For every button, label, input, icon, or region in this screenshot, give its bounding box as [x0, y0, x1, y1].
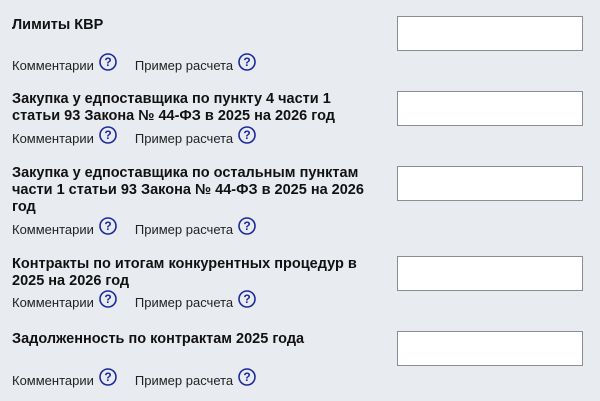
help-icon[interactable]: ?	[238, 126, 256, 144]
limits-kvr-input[interactable]	[397, 16, 583, 51]
svg-text:?: ?	[104, 55, 111, 69]
comments-link[interactable]: Комментарии ?	[12, 126, 117, 147]
field-links: Комментарии ? Пример расчета ?	[12, 217, 256, 239]
help-icon[interactable]: ?	[238, 53, 256, 71]
comments-link[interactable]: Комментарии ?	[12, 217, 117, 238]
single-supplier-other-input[interactable]	[397, 166, 583, 201]
help-icon[interactable]: ?	[99, 126, 117, 144]
field-title: Задолженность по контрактам 2025 года	[12, 331, 305, 347]
example-link[interactable]: Пример расчета ?	[135, 217, 256, 238]
field-links: Комментарии ? Пример расчета ?	[12, 53, 256, 75]
competitive-contracts-input[interactable]	[397, 256, 583, 291]
svg-text:?: ?	[104, 292, 111, 306]
field-title: Контракты по итогам конкурентных процеду…	[12, 256, 357, 289]
svg-text:?: ?	[244, 219, 251, 233]
help-icon[interactable]: ?	[238, 290, 256, 308]
field-title: Закупка у едпоставщика по остальным пунк…	[12, 165, 364, 215]
help-icon[interactable]: ?	[99, 290, 117, 308]
comments-link[interactable]: Комментарии ?	[12, 53, 117, 74]
field-title: Лимиты КВР	[12, 17, 104, 33]
help-icon[interactable]: ?	[99, 217, 117, 235]
svg-text:?: ?	[104, 370, 111, 384]
svg-text:?: ?	[244, 370, 251, 384]
help-icon[interactable]: ?	[99, 368, 117, 386]
example-link[interactable]: Пример расчета ?	[135, 368, 256, 389]
single-supplier-p4-input[interactable]	[397, 91, 583, 126]
svg-text:?: ?	[104, 128, 111, 142]
field-title: Закупка у едпоставщика по пункту 4 части…	[12, 91, 335, 124]
example-link[interactable]: Пример расчета ?	[135, 290, 256, 311]
svg-text:?: ?	[244, 55, 251, 69]
comments-link[interactable]: Комментарии ?	[12, 368, 117, 389]
field-links: Комментарии ? Пример расчета ?	[12, 290, 256, 312]
help-icon[interactable]: ?	[238, 217, 256, 235]
svg-text:?: ?	[104, 219, 111, 233]
field-links: Комментарии ? Пример расчета ?	[12, 368, 256, 390]
help-icon[interactable]: ?	[99, 53, 117, 71]
example-link[interactable]: Пример расчета ?	[135, 53, 256, 74]
example-link[interactable]: Пример расчета ?	[135, 126, 256, 147]
field-links: Комментарии ? Пример расчета ?	[12, 126, 256, 148]
svg-text:?: ?	[244, 292, 251, 306]
help-icon[interactable]: ?	[238, 368, 256, 386]
debt-contracts-input[interactable]	[397, 331, 583, 366]
comments-link[interactable]: Комментарии ?	[12, 290, 117, 311]
svg-text:?: ?	[244, 128, 251, 142]
